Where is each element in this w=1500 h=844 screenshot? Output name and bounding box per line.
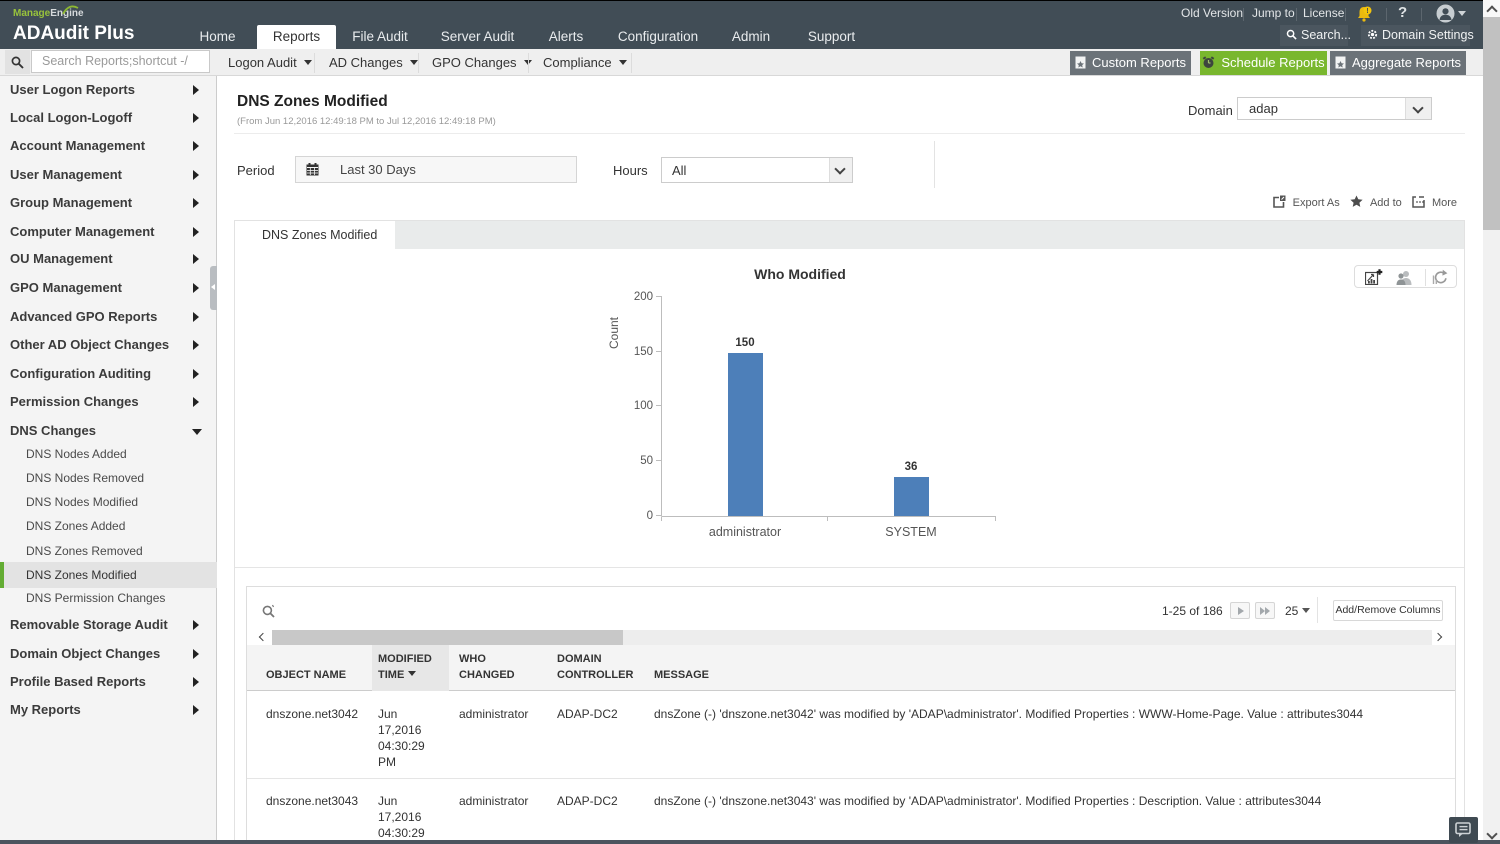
svg-text:administrator: administrator xyxy=(709,525,781,539)
svg-text:SYSTEM: SYSTEM xyxy=(885,525,936,539)
svg-text:100: 100 xyxy=(634,400,653,412)
svg-text:150: 150 xyxy=(735,337,754,349)
svg-text:150: 150 xyxy=(634,346,653,358)
svg-text:36: 36 xyxy=(905,461,918,473)
svg-text:0: 0 xyxy=(647,510,653,522)
svg-text:Count: Count xyxy=(607,316,621,349)
svg-text:200: 200 xyxy=(634,291,653,303)
svg-text:50: 50 xyxy=(640,455,653,467)
svg-text:!: ! xyxy=(1366,8,1368,15)
